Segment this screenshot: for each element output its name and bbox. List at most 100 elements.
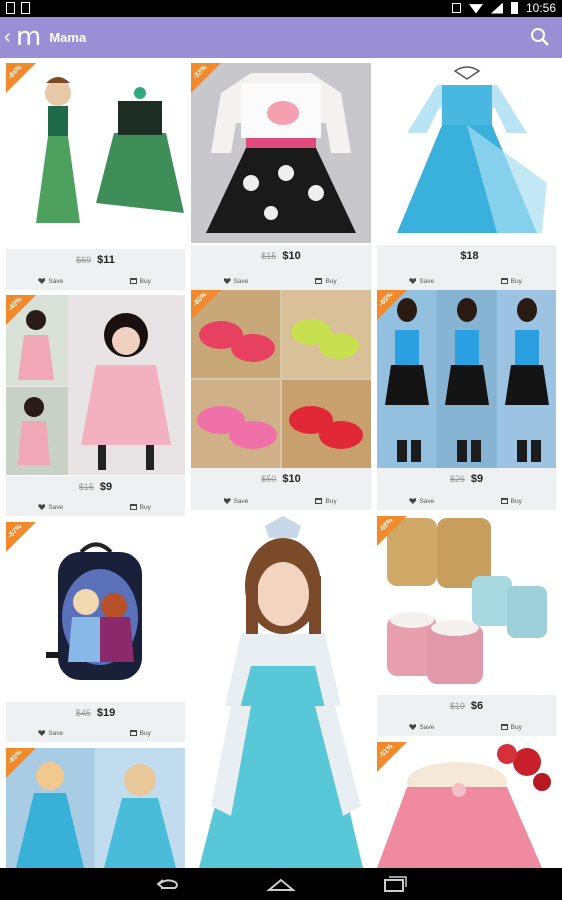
peppa-dress-image [206,73,356,233]
save-button[interactable]: Save [377,272,467,290]
original-price: $15 [78,482,94,492]
heart-icon [409,724,417,730]
product-card[interactable]: -80% $50 $10 Save Buy [191,290,371,510]
bluetooth-icon [451,3,461,13]
chevron-left-icon[interactable]: ‹ [4,17,14,58]
product-card[interactable]: -40% $15 $9 Save Buy [6,295,185,516]
product-image[interactable] [377,290,556,468]
notification-icon [21,2,30,14]
product-info: $69 $11 Save Buy [6,249,185,290]
frozen-backpack-image [46,542,142,680]
cart-icon [129,278,137,284]
product-image[interactable] [191,63,371,243]
search-icon[interactable] [530,27,550,47]
product-info: $19 $6 Save Buy [377,695,556,736]
elsa-costume-image [6,748,185,868]
buy-button[interactable]: Buy [281,492,371,510]
heart-icon [409,498,417,504]
original-price: $15 [261,251,277,261]
save-button[interactable]: Save [377,718,467,736]
signal-icon [490,2,503,14]
product-grid[interactable]: -84% $69 $11 Save Buy -33% $15 $10 Save … [0,58,562,868]
save-button[interactable]: Save [191,272,281,290]
sale-price: $9 [99,481,113,493]
cart-icon [315,278,323,284]
product-info: $45 $19 Save Buy [6,702,185,742]
page-title: Mama [49,30,87,45]
battery-icon [510,2,518,14]
kids-shoes-image [191,290,371,468]
notification-icon [6,2,15,14]
heart-icon [223,278,231,284]
clock: 10:56 [525,1,556,15]
pink-coat-image [6,295,171,475]
product-card[interactable]: -51% [377,742,556,868]
buy-button[interactable]: Buy [281,272,371,290]
buy-button[interactable]: Buy [96,498,186,516]
heart-icon [38,730,46,736]
buy-button[interactable]: Buy [96,272,186,290]
blue-top-outfit-image [377,290,556,468]
original-price: $50 [261,474,277,484]
buy-button[interactable]: Buy [467,492,557,510]
product-card[interactable]: -84% $69 $11 Save Buy [6,63,185,290]
product-image[interactable] [377,63,556,243]
sale-price: $19 [96,707,116,719]
cart-icon [315,498,323,504]
product-card[interactable]: -33% $15 $10 Save Buy [191,63,371,290]
product-card[interactable]: -57% $45 $19 Save Buy [6,522,185,742]
save-button[interactable]: Save [6,498,96,516]
save-button[interactable]: Save [6,724,96,742]
original-price: $19 [449,701,465,711]
product-card[interactable]: -40% [6,748,185,868]
back-arrow-icon[interactable] [153,876,181,892]
buy-button[interactable]: Buy [96,724,186,742]
sale-price: $6 [470,700,484,712]
heart-icon [409,278,417,284]
app-logo[interactable]: m [16,17,41,58]
save-button[interactable]: Save [377,492,467,510]
product-image[interactable] [6,522,185,700]
home-icon[interactable] [266,876,296,892]
product-info: $26 $9 Save Buy [377,468,556,510]
product-image[interactable] [6,748,185,868]
product-info: $50 $10 Save Buy [191,468,371,510]
sale-price: $18 [460,250,479,262]
frozen-dress-image [397,66,547,233]
product-image[interactable] [191,290,371,468]
product-image[interactable] [377,516,556,694]
save-button[interactable]: Save [191,492,281,510]
save-button[interactable]: Save [6,272,96,290]
product-image[interactable] [6,63,185,248]
sale-price: $9 [470,473,484,485]
baby-boots-image [387,518,547,684]
product-info: $15 $10 Save Buy [191,245,371,290]
product-image[interactable] [377,742,556,868]
cart-icon [500,498,508,504]
product-card[interactable] [191,516,371,868]
heart-icon [38,504,46,510]
product-card[interactable]: -68% $19 $6 Save Buy [377,516,556,736]
cart-icon [500,724,508,730]
product-info: $15 $9 Save Buy [6,476,185,516]
pink-fur-coat-image [377,744,551,868]
buy-button[interactable]: Buy [467,718,557,736]
buy-button[interactable]: Buy [467,272,557,290]
product-info: $18 Save Buy [377,245,556,290]
sale-price: $10 [282,473,301,485]
app-bar: ‹ m Mama [0,17,562,58]
heart-icon [38,278,46,284]
original-price: $45 [75,708,91,718]
recent-apps-icon[interactable] [382,876,408,892]
product-image[interactable] [191,516,371,868]
princess-girl-image [199,516,363,868]
product-card[interactable]: $18 Save Buy [377,63,556,290]
system-navigation-bar [0,868,562,900]
heart-icon [223,498,231,504]
product-card[interactable]: -65% $26 $9 Save Buy [377,290,556,510]
sale-price: $11 [97,254,115,266]
princess-dress-image [36,77,184,223]
product-image[interactable] [6,295,185,475]
notification-icons [6,2,30,14]
sale-price: $10 [282,250,301,262]
